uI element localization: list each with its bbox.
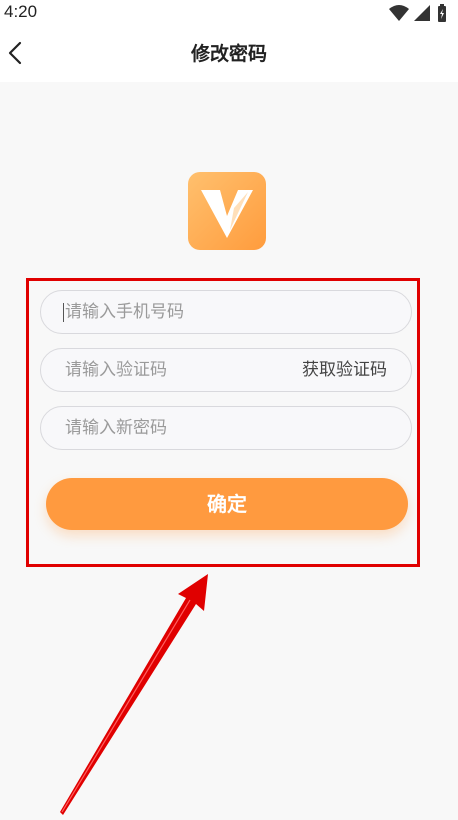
page-title: 修改密码 xyxy=(190,43,267,65)
status-time: 4:20 xyxy=(4,2,38,21)
wifi-icon xyxy=(389,5,409,21)
battery-charging-icon xyxy=(438,4,446,22)
status-bar: 4:20 xyxy=(0,0,458,26)
new-password-input[interactable] xyxy=(65,407,395,449)
app-logo xyxy=(188,172,266,250)
back-button[interactable] xyxy=(2,34,42,74)
confirm-button[interactable]: 确定 xyxy=(46,478,408,530)
phone-input[interactable] xyxy=(65,291,395,333)
app-bar: 修改密码 xyxy=(0,26,458,82)
status-icons xyxy=(389,4,446,22)
signal-icon xyxy=(414,5,430,21)
get-code-button[interactable]: 获取验证码 xyxy=(302,349,387,391)
phone-field[interactable] xyxy=(40,290,412,334)
verification-code-field[interactable]: 获取验证码 xyxy=(40,348,412,392)
text-cursor xyxy=(63,303,64,322)
new-password-field[interactable] xyxy=(40,406,412,450)
app-logo-v-icon xyxy=(201,190,253,238)
verification-code-input[interactable] xyxy=(65,349,275,391)
chevron-left-icon xyxy=(8,41,22,65)
